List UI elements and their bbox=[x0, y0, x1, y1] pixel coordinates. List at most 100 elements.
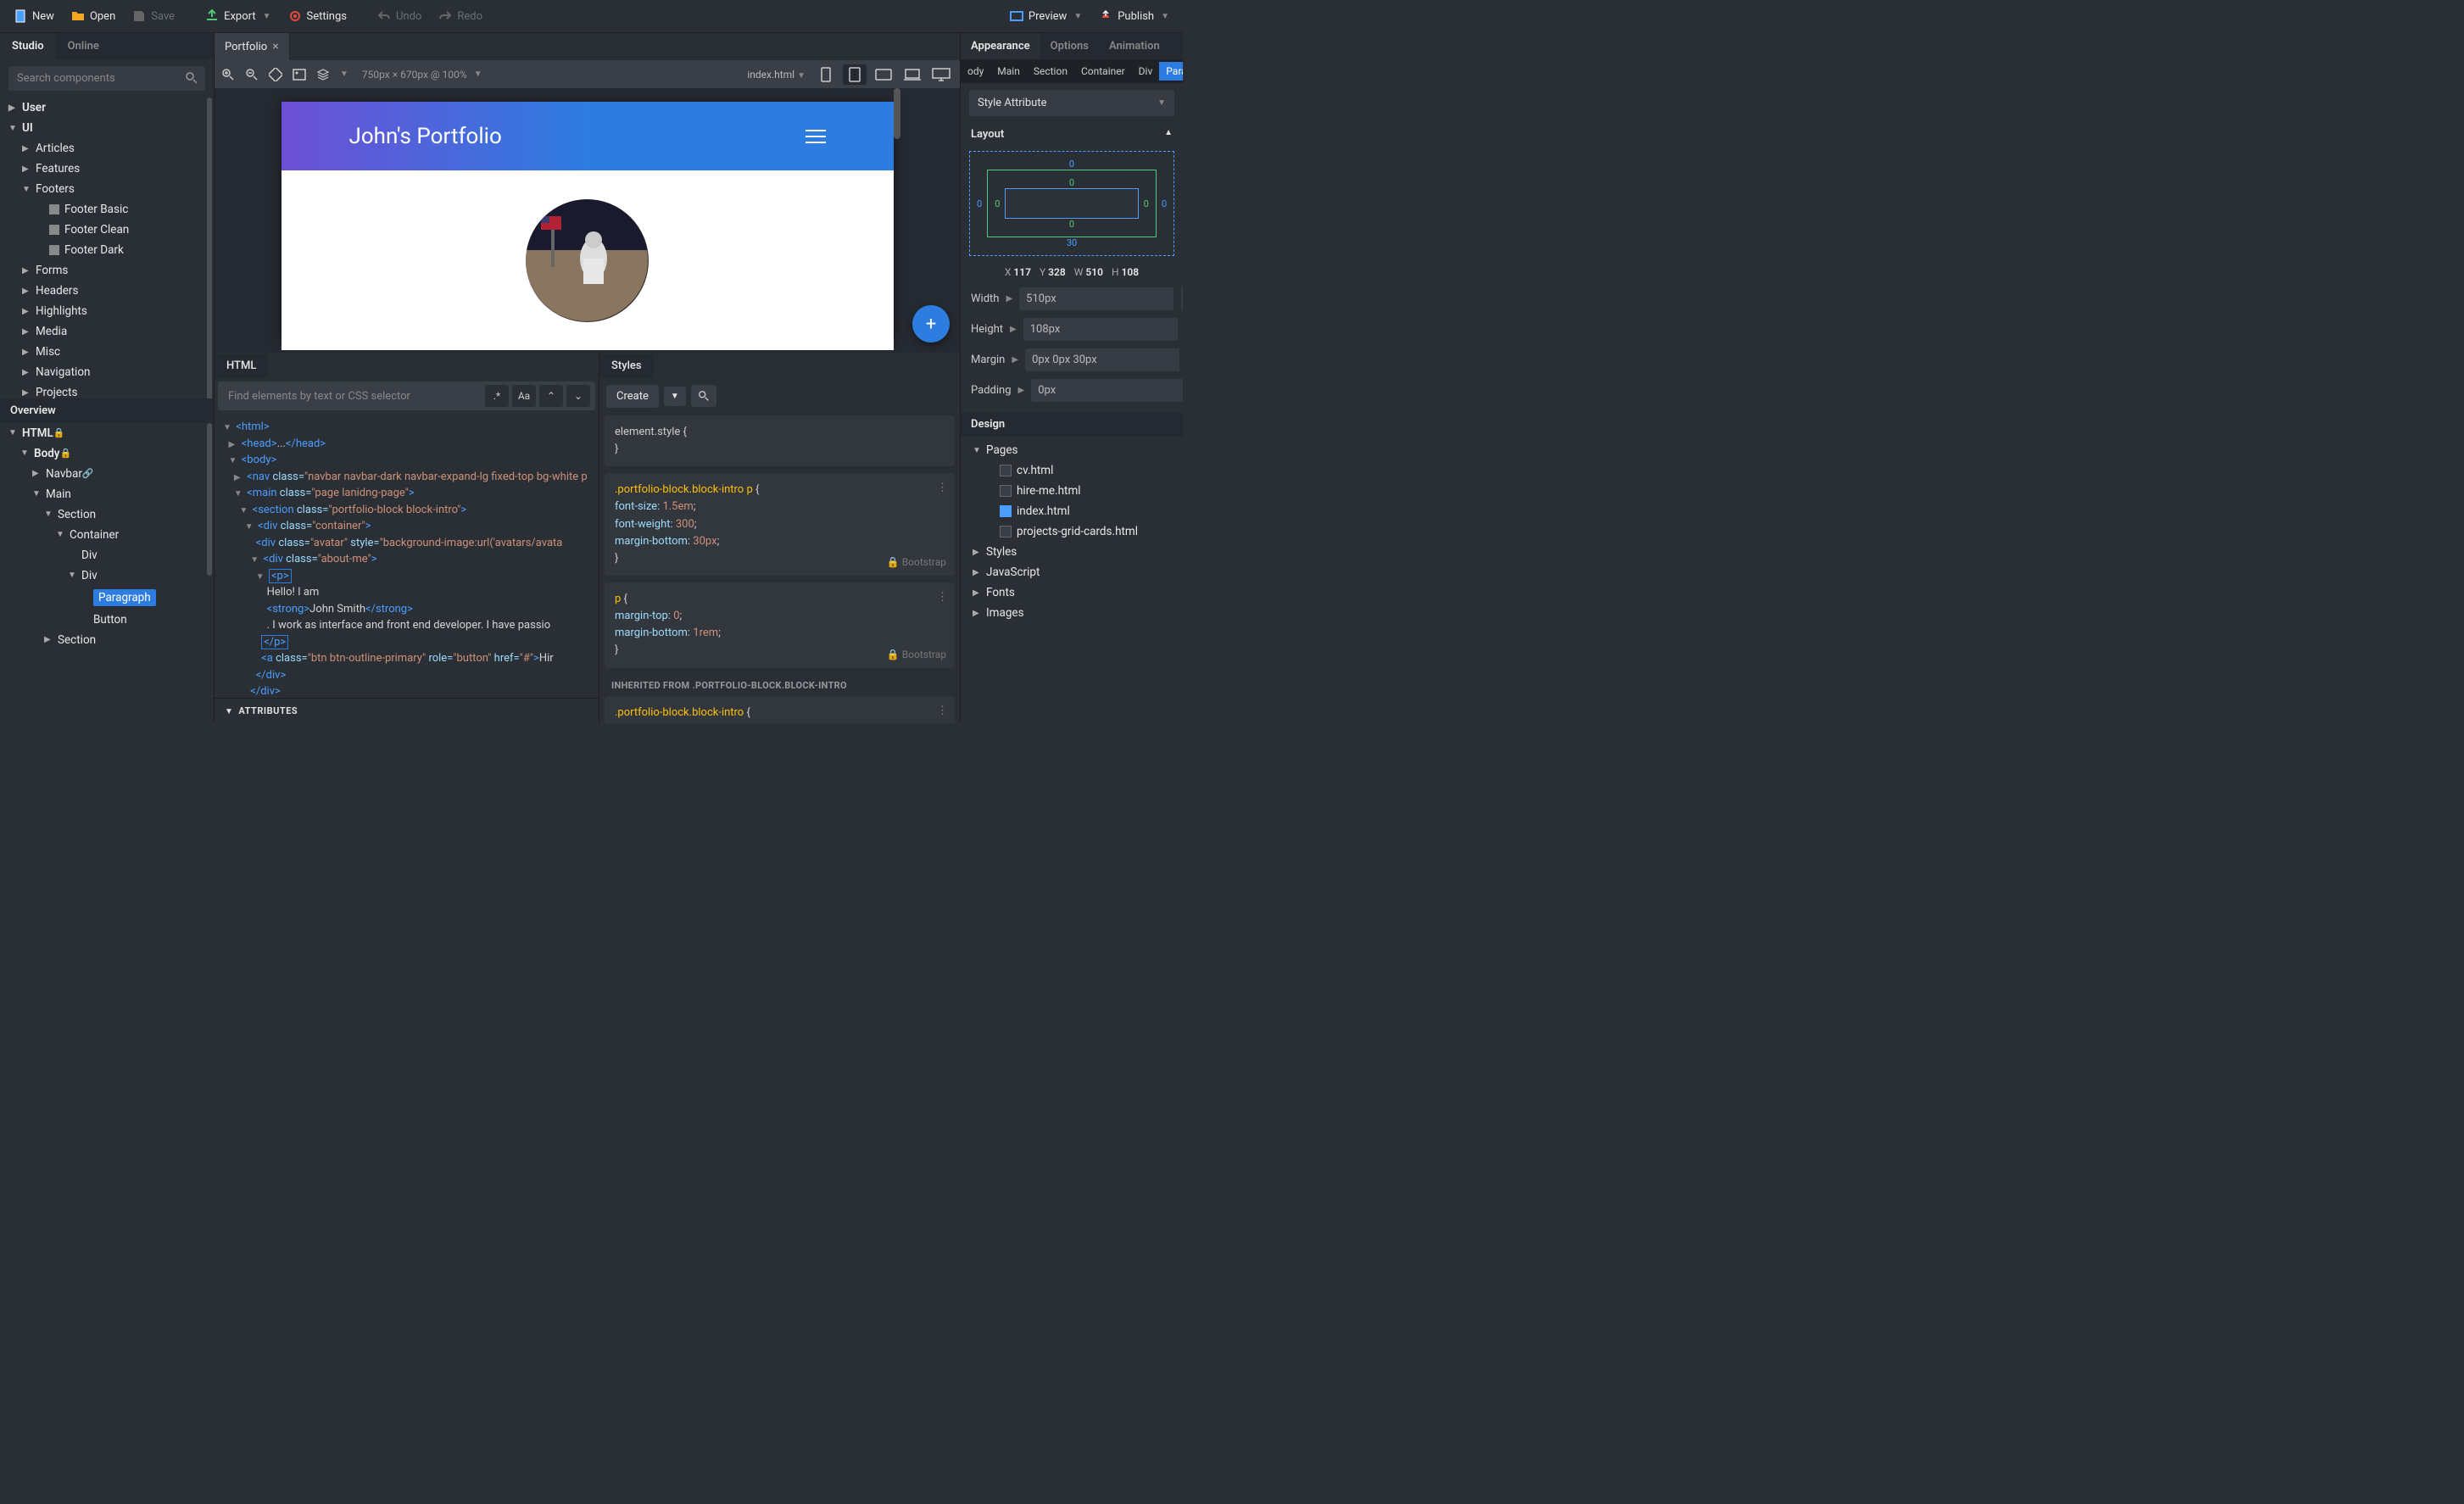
tab-animation[interactable]: Animation bbox=[1099, 33, 1170, 59]
style-attribute-select[interactable]: Style Attribute▼ bbox=[969, 90, 1174, 116]
tree-item[interactable]: Footer Clean bbox=[0, 220, 214, 240]
breadcrumb-item[interactable]: Div bbox=[1132, 62, 1160, 81]
more-icon[interactable]: ⋮ bbox=[937, 480, 948, 497]
overview-item[interactable]: ▼Container bbox=[0, 525, 214, 545]
search-styles-button[interactable] bbox=[691, 385, 716, 407]
width-input[interactable] bbox=[1019, 287, 1173, 310]
save-button[interactable]: Save bbox=[125, 5, 181, 27]
publish-button[interactable]: Publish▼ bbox=[1092, 5, 1176, 27]
settings-button[interactable]: Settings bbox=[282, 5, 354, 27]
design-tree-item[interactable]: index.html bbox=[961, 501, 1183, 521]
breadcrumb-item[interactable]: ody bbox=[961, 62, 990, 81]
device-desktop-icon[interactable] bbox=[929, 64, 953, 85]
style-block[interactable]: ⋮ .portfolio-block.block-intro { text-al… bbox=[605, 696, 955, 723]
device-tablet-portrait-icon[interactable] bbox=[843, 64, 867, 85]
scrollbar-thumb[interactable] bbox=[894, 88, 900, 139]
tree-item[interactable]: ▼Footers bbox=[0, 179, 214, 199]
search-icon[interactable] bbox=[185, 71, 198, 85]
style-block-element[interactable]: element.style { } bbox=[605, 415, 955, 466]
more-icon[interactable]: ⋮ bbox=[937, 589, 948, 606]
chevron-right-icon[interactable]: ▶ bbox=[1006, 294, 1012, 304]
tree-item[interactable]: ▶Navigation bbox=[0, 362, 214, 382]
tree-item[interactable]: Footer Basic bbox=[0, 199, 214, 220]
tree-item[interactable]: ▶Highlights bbox=[0, 301, 214, 321]
stepper[interactable]: ▲▼ bbox=[1180, 287, 1183, 310]
overview-item[interactable]: ▶Navbar 🔗 bbox=[0, 464, 214, 484]
design-tree-item[interactable]: ▶Images bbox=[961, 603, 1183, 623]
html-code-area[interactable]: ▼ <html> ▶ <head>...</head> ▼ <body> ▶ <… bbox=[215, 414, 599, 698]
current-file-select[interactable]: index.html ▼ bbox=[747, 69, 806, 81]
find-elements-input[interactable] bbox=[223, 385, 482, 408]
tab-design[interactable]: Design bbox=[961, 412, 1015, 437]
new-button[interactable]: New bbox=[7, 5, 61, 27]
style-block[interactable]: ⋮ .portfolio-block.block-intro p { font-… bbox=[605, 473, 955, 576]
tree-item[interactable]: ▶Headers bbox=[0, 281, 214, 301]
find-next-button[interactable]: ⌄ bbox=[566, 385, 590, 407]
hamburger-icon[interactable] bbox=[806, 130, 826, 143]
padding-input[interactable] bbox=[1031, 379, 1183, 402]
scrollbar-thumb[interactable] bbox=[207, 423, 212, 576]
height-input[interactable] bbox=[1023, 318, 1178, 341]
chevron-down-icon[interactable]: ▼ bbox=[474, 70, 482, 79]
chevron-right-icon[interactable]: ▶ bbox=[1018, 386, 1025, 395]
create-style-button[interactable]: Create bbox=[606, 385, 659, 408]
device-laptop-icon[interactable] bbox=[900, 64, 924, 85]
design-tree-item[interactable]: ▶Fonts bbox=[961, 582, 1183, 603]
zoom-out-icon[interactable] bbox=[245, 68, 259, 81]
style-block[interactable]: ⋮ p { margin-top: 0; margin-bottom: 1rem… bbox=[605, 582, 955, 668]
tab-html[interactable]: HTML bbox=[215, 354, 268, 378]
tree-item[interactable]: ▶Misc bbox=[0, 342, 214, 362]
image-icon[interactable] bbox=[293, 68, 306, 81]
box-model[interactable]: 0 0 0 0 0 0 0 30 bbox=[969, 151, 1174, 256]
breadcrumb-item[interactable]: Paragraph bbox=[1159, 62, 1183, 81]
rotate-icon[interactable] bbox=[269, 68, 282, 81]
tree-item[interactable]: ▶User bbox=[0, 97, 214, 118]
regex-toggle[interactable]: .* bbox=[485, 385, 509, 407]
tree-item[interactable]: ▶Forms bbox=[0, 260, 214, 281]
overview-header[interactable]: Overview bbox=[0, 398, 214, 423]
overview-item[interactable]: ▶Section bbox=[0, 630, 214, 650]
design-tree-item[interactable]: cv.html bbox=[961, 460, 1183, 481]
overview-item[interactable]: ▼Div bbox=[0, 565, 214, 586]
tree-item[interactable]: ▶Articles bbox=[0, 138, 214, 159]
device-tablet-landscape-icon[interactable] bbox=[872, 64, 895, 85]
tree-item[interactable]: ▶Projects bbox=[0, 382, 214, 398]
tree-item[interactable]: ▶Features bbox=[0, 159, 214, 179]
design-tree-item[interactable]: ▼Pages bbox=[961, 440, 1183, 460]
overview-item[interactable]: ▼HTML 🔒 bbox=[0, 423, 214, 443]
tree-item[interactable]: Footer Dark bbox=[0, 240, 214, 260]
canvas-dimensions[interactable]: 750px × 670px @ 100% bbox=[362, 69, 467, 81]
tab-studio[interactable]: Studio bbox=[0, 33, 56, 59]
open-button[interactable]: Open bbox=[64, 5, 122, 27]
attributes-section[interactable]: ▼ATTRIBUTES bbox=[215, 698, 599, 723]
chevron-right-icon[interactable]: ▶ bbox=[1012, 355, 1018, 365]
tab-options[interactable]: Options bbox=[1040, 33, 1099, 59]
find-prev-button[interactable]: ⌃ bbox=[539, 385, 563, 407]
redo-button[interactable]: Redo bbox=[432, 5, 489, 27]
undo-button[interactable]: Undo bbox=[371, 5, 428, 27]
chevron-down-icon[interactable]: ▼ bbox=[340, 70, 348, 79]
design-tree-item[interactable]: projects-grid-cards.html bbox=[961, 521, 1183, 542]
chevron-right-icon[interactable]: ▶ bbox=[1010, 325, 1017, 334]
tab-online[interactable]: Online bbox=[56, 33, 111, 59]
canvas-page[interactable]: John's Portfolio bbox=[282, 102, 894, 339]
design-tree-item[interactable]: ▶JavaScript bbox=[961, 562, 1183, 582]
design-tree-item[interactable]: ▶Styles bbox=[961, 542, 1183, 562]
layers-icon[interactable] bbox=[316, 68, 330, 81]
tab-styles[interactable]: Styles bbox=[599, 354, 654, 378]
overview-item[interactable]: Div bbox=[0, 545, 214, 565]
breadcrumb-item[interactable]: Main bbox=[990, 62, 1027, 81]
more-icon[interactable]: ⋮ bbox=[937, 703, 948, 720]
breadcrumb-item[interactable]: Container bbox=[1074, 62, 1132, 81]
create-style-dropdown[interactable]: ▼ bbox=[664, 387, 686, 406]
tree-item[interactable]: ▶Media bbox=[0, 321, 214, 342]
tab-appearance[interactable]: Appearance bbox=[961, 33, 1040, 59]
overview-item[interactable]: ▼Body 🔒 bbox=[0, 443, 214, 464]
margin-input[interactable] bbox=[1025, 348, 1179, 371]
file-tab-portfolio[interactable]: Portfolio × bbox=[215, 33, 290, 60]
overview-item[interactable]: Button bbox=[0, 610, 214, 630]
overview-item[interactable]: ▼Section bbox=[0, 504, 214, 525]
preview-button[interactable]: Preview▼ bbox=[1003, 5, 1089, 27]
tree-item[interactable]: ▼UI bbox=[0, 118, 214, 138]
search-components-input[interactable] bbox=[8, 66, 205, 91]
